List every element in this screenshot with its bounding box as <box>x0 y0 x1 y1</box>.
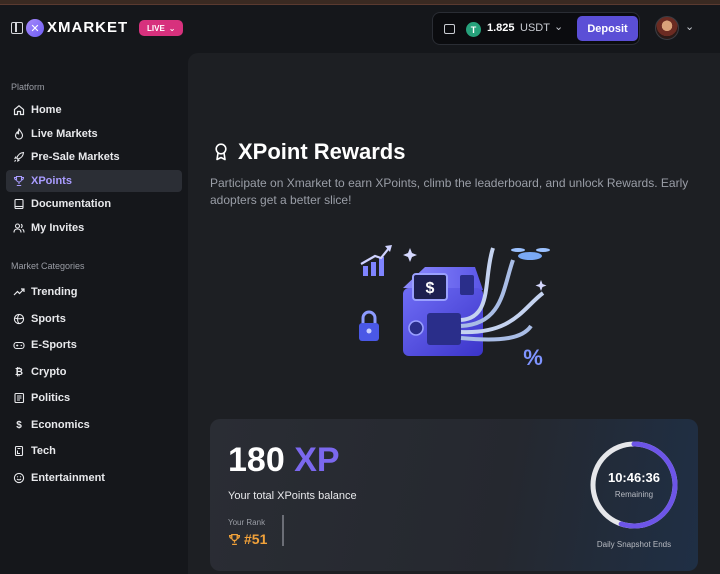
divider <box>282 515 284 546</box>
flame-icon <box>13 128 25 140</box>
usdt-icon: T <box>466 22 481 37</box>
chevron-down-icon[interactable]: ⌄ <box>554 20 563 33</box>
sidebar-item-politics[interactable]: Politics <box>6 387 182 409</box>
sidebar-item-label: Documentation <box>31 198 112 210</box>
logo-text[interactable]: XMARKET <box>47 19 128 36</box>
snapshot-label: Daily Snapshot Ends <box>596 540 672 549</box>
trophy-icon <box>228 533 241 545</box>
xp-balance: 180 XP <box>228 441 340 480</box>
avatar[interactable] <box>655 16 679 40</box>
rank-value: #51 <box>228 531 267 547</box>
xp-balance-value: 180 <box>228 441 285 479</box>
sidebar-item-label: Trending <box>31 286 78 298</box>
sidebar-item-crypto[interactable]: ₿ Crypto <box>6 361 182 383</box>
main-content: XPoint Rewards Participate on Xmarket to… <box>188 53 720 574</box>
balance-currency: USDT <box>520 22 550 34</box>
balance-value: 1.825 <box>487 22 515 34</box>
deposit-button[interactable]: Deposit <box>577 16 638 41</box>
xp-balance-label: Your total XPoints balance <box>228 490 357 502</box>
sidebar-item-tech[interactable]: Tech <box>6 440 182 462</box>
sidebar-item-xpoints[interactable]: XPoints <box>6 170 182 192</box>
live-badge-label: LIVE <box>147 23 165 33</box>
bitcoin-icon: ₿ <box>14 366 24 378</box>
sidebar-item-entertainment[interactable]: Entertainment <box>6 467 182 489</box>
smile-icon <box>13 472 25 484</box>
award-icon <box>215 143 227 161</box>
sidebar-item-label: Economics <box>31 419 90 431</box>
dollar-icon: $ <box>16 419 22 431</box>
rocket-icon <box>13 151 25 163</box>
sidebar-item-label: Entertainment <box>31 472 105 484</box>
rewards-illustration: $ % <box>359 245 550 370</box>
live-badge[interactable]: LIVE ⌄ <box>139 20 184 36</box>
sidebar-item-trending[interactable]: Trending <box>6 281 182 303</box>
sidebar-item-label: Pre-Sale Markets <box>31 151 120 163</box>
sidebar-item-sports[interactable]: Sports <box>6 308 182 330</box>
sidebar-item-home[interactable]: Home <box>6 99 182 121</box>
sidebar-item-documentation[interactable]: Documentation <box>6 193 182 215</box>
book-icon <box>13 198 25 210</box>
sidebar-item-label: Politics <box>31 392 71 404</box>
sidebar-item-label: Crypto <box>31 366 67 378</box>
sidebar-item-label: Tech <box>31 445 56 457</box>
chevron-down-icon: ⌄ <box>168 23 176 33</box>
sidebar-toggle-icon[interactable] <box>11 22 23 34</box>
sidebar-item-live-markets[interactable]: Live Markets <box>6 123 182 145</box>
sidebar-section-title: Platform <box>11 82 45 92</box>
xp-balance-card: 180 XP Your total XPoints balance Your R… <box>210 419 698 571</box>
page-title: XPoint Rewards <box>238 139 406 164</box>
gamepad-icon <box>13 339 25 351</box>
sidebar-item-e-sports[interactable]: E-Sports <box>6 334 182 356</box>
trophy-icon <box>13 175 25 187</box>
wallet-balance[interactable]: T 1.825 USDT ⌄ Deposit <box>432 12 640 45</box>
sidebar-item-label: E-Sports <box>31 339 77 351</box>
chevron-down-icon[interactable]: ⌄ <box>685 20 694 33</box>
page-description: Participate on Xmarket to earn XPoints, … <box>210 176 689 207</box>
ball-icon <box>13 313 25 325</box>
sidebar: Platform Home Live Markets Pre-Sale Mark… <box>0 53 188 574</box>
countdown-label: Remaining <box>614 490 654 499</box>
sidebar-item-pre-sale-markets[interactable]: Pre-Sale Markets <box>6 146 182 168</box>
sidebar-item-label: Live Markets <box>31 128 98 140</box>
sidebar-item-label: Home <box>31 104 62 116</box>
svg-text:%: % <box>523 345 543 370</box>
sidebar-item-label: XPoints <box>31 175 72 187</box>
snapshot-progress-ring <box>590 441 678 529</box>
sidebar-item-label: Sports <box>31 313 66 325</box>
chip-icon <box>13 445 25 457</box>
wallet-icon <box>444 24 455 34</box>
top-header: ✕ XMARKET LIVE ⌄ T 1.825 USDT ⌄ Deposit … <box>0 5 720 53</box>
xp-balance-unit: XP <box>294 441 340 479</box>
rank-number: #51 <box>244 531 268 547</box>
logo-icon: ✕ <box>26 19 44 37</box>
trending-icon <box>13 286 25 298</box>
newspaper-icon <box>13 392 25 404</box>
rank-label: Your Rank <box>228 518 266 527</box>
sidebar-item-label: My Invites <box>31 222 85 234</box>
countdown-timer: 10:46:36 <box>607 470 661 485</box>
svg-text:$: $ <box>426 280 435 297</box>
sidebar-section-title: Market Categories <box>11 261 85 271</box>
sidebar-item-economics[interactable]: $ Economics <box>6 414 182 436</box>
users-icon <box>13 222 25 234</box>
home-icon <box>13 104 25 116</box>
sidebar-item-my-invites[interactable]: My Invites <box>6 217 182 239</box>
